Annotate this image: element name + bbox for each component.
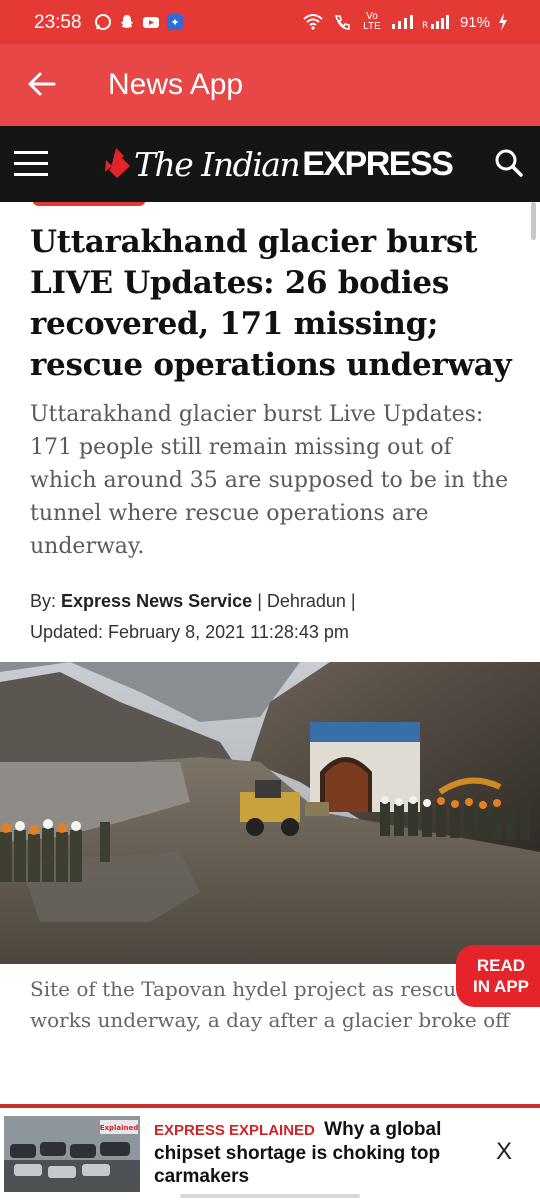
read-in-app-line2: IN APP — [472, 977, 530, 996]
byline-location: | Dehradun | — [257, 591, 356, 611]
wifi-icon — [303, 14, 323, 30]
whatsapp-icon — [95, 14, 111, 30]
svg-text:R: R — [422, 21, 428, 30]
notification-icons: ✦ — [94, 13, 184, 31]
call-icon — [334, 15, 350, 30]
app-bar: News App — [0, 44, 540, 126]
scrollbar[interactable] — [531, 202, 536, 240]
logo-flame-icon — [105, 148, 130, 178]
article-byline: By: Express News Service | Dehradun | Up… — [30, 586, 356, 648]
rescue-site-photo — [0, 662, 540, 964]
system-icons: Vo LTE R 91% — [302, 12, 508, 32]
battery-level: 91% — [459, 13, 490, 31]
app-title: News App — [108, 68, 244, 101]
byline-label: By: — [30, 591, 57, 611]
volte-label: Vo LTE — [363, 11, 381, 32]
cars-thumbnail-image: Explained — [4, 1116, 140, 1192]
logo-text-the-indian: The Indian — [134, 144, 301, 184]
signal-roaming-icon: R — [422, 15, 449, 30]
signal-icon — [391, 15, 413, 29]
arrow-left-icon — [28, 72, 56, 96]
banner-headline[interactable]: EXPRESS EXPLAINED Why a global chipset s… — [154, 1118, 474, 1188]
read-in-app-button[interactable]: READ IN APP — [456, 945, 540, 1007]
search-button[interactable] — [494, 148, 524, 183]
app-notification-icon: ✦ — [167, 14, 183, 30]
snapchat-icon — [121, 15, 133, 28]
photo-caption: Site of the Tapovan hydel project as res… — [30, 977, 510, 1032]
charging-icon — [499, 13, 507, 31]
youtube-icon — [143, 17, 159, 28]
back-button[interactable] — [22, 64, 62, 104]
site-header: The Indian EXPRESS — [0, 126, 540, 202]
updated-timestamp: Updated: February 8, 2021 11:28:43 pm — [30, 622, 349, 642]
hamburger-menu-icon[interactable] — [14, 149, 48, 179]
thumb-label: Explained — [100, 1124, 139, 1132]
site-logo[interactable]: The Indian EXPRESS — [102, 140, 454, 188]
status-time: 23:58 — [34, 12, 82, 33]
byline-author[interactable]: Express News Service — [61, 591, 252, 611]
live-tag — [32, 202, 146, 206]
home-indicator — [180, 1194, 360, 1198]
logo-text-express: EXPRESS — [302, 144, 454, 183]
banner-kicker: EXPRESS EXPLAINED — [154, 1122, 315, 1139]
explained-banner[interactable]: Explained EXPRESS EXPLAINED Why a global… — [0, 1104, 540, 1200]
search-icon — [495, 149, 523, 177]
read-in-app-line1: READ — [476, 956, 526, 975]
status-bar: 23:58 ✦ Vo LTE R 91% — [0, 0, 540, 44]
banner-thumbnail: Explained — [4, 1116, 140, 1192]
svg-text:✦: ✦ — [170, 16, 179, 29]
banner-close-button[interactable]: X — [496, 1138, 512, 1166]
article-headline: Uttarakhand glacier burst LIVE Updates: … — [30, 224, 512, 383]
article-summary: Uttarakhand glacier burst Live Updates: … — [30, 402, 509, 559]
article-photo[interactable] — [0, 662, 540, 964]
